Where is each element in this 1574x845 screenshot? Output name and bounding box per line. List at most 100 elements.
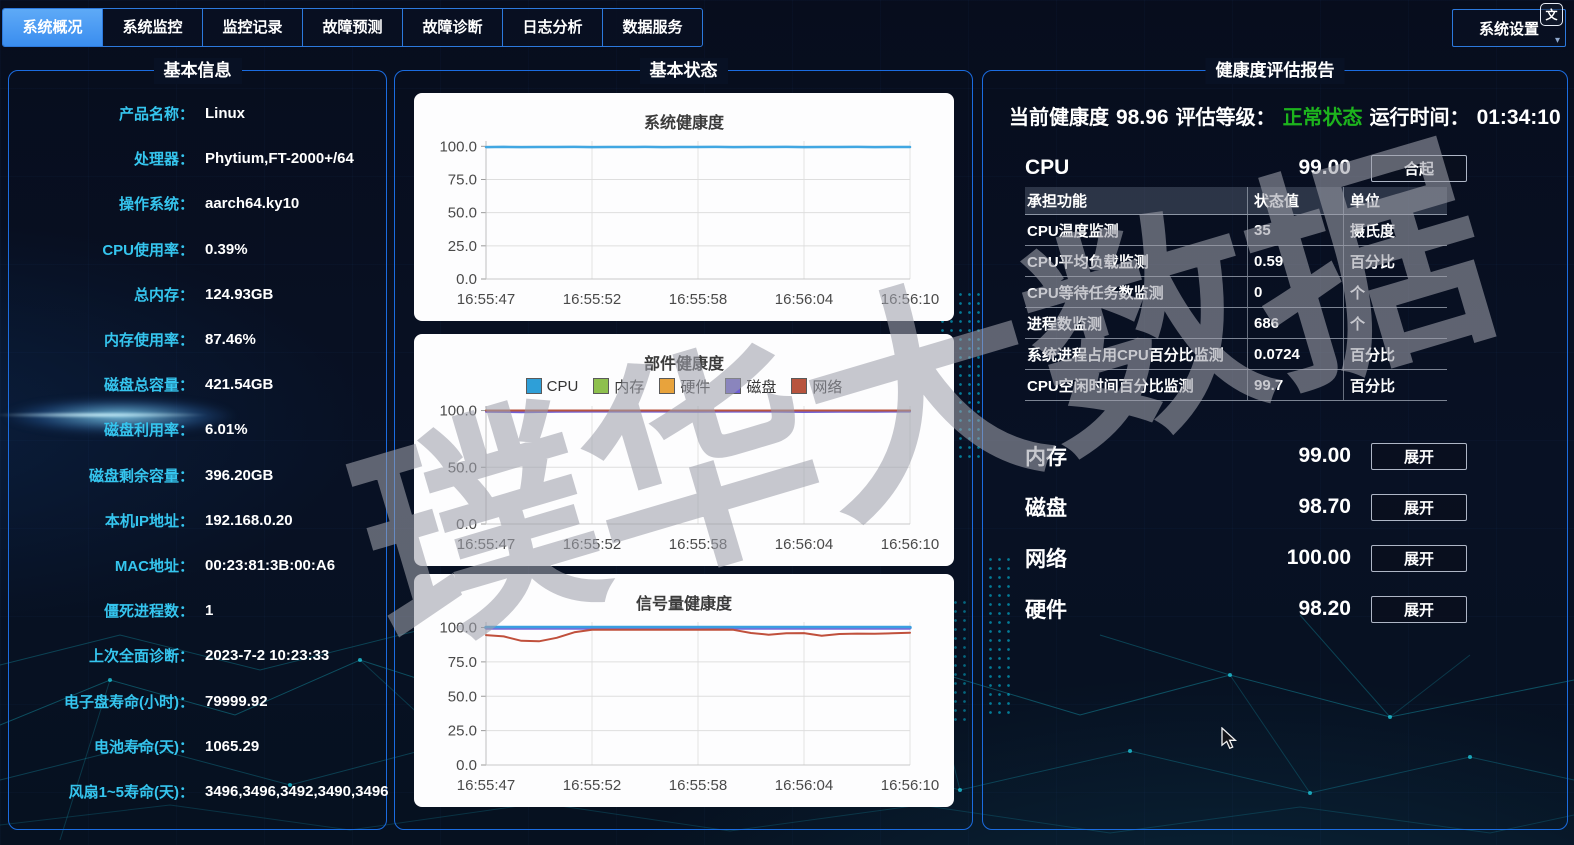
info-row: 总内存：124.93GB	[9, 272, 386, 317]
info-row: 操作系统： aarch64.ky10	[9, 181, 386, 226]
health-label: 当前健康度	[1009, 101, 1109, 130]
cpu-metrics-table: 承担功能状态值单位 CPU温度监测35摄氏度CPU平均负载监测0.59百分比CP…	[1025, 187, 1447, 401]
grade-value: 正常状态	[1283, 101, 1363, 130]
component-row-内存: 内存99.00展开	[983, 440, 1567, 472]
table-cell: 百分比	[1343, 370, 1447, 400]
info-label: 处理器：	[9, 148, 194, 169]
table-cell: 百分比	[1343, 339, 1447, 369]
svg-text:100.0: 100.0	[439, 403, 477, 420]
svg-text:100.0: 100.0	[439, 138, 477, 155]
table-header-row: 承担功能状态值单位	[1025, 187, 1447, 215]
expand-button[interactable]: 展开	[1371, 596, 1467, 623]
component-score: 99.00	[1241, 156, 1351, 180]
table-header-cell: 单位	[1343, 187, 1447, 214]
svg-text:25.0: 25.0	[448, 723, 477, 740]
component-score: 98.70	[1241, 495, 1351, 519]
component-name: 磁盘	[1025, 492, 1241, 522]
svg-text:16:56:04: 16:56:04	[775, 777, 833, 794]
svg-text:50.0: 50.0	[448, 205, 477, 222]
info-label: 操作系统：	[9, 193, 194, 214]
svg-text:25.0: 25.0	[448, 238, 477, 255]
info-value: 3496,3496,3492,3490,3496	[205, 783, 389, 800]
info-label: 总内存：	[9, 284, 194, 305]
tab-数据服务[interactable]: 数据服务	[603, 9, 702, 46]
table-cell: 百分比	[1343, 246, 1447, 276]
component-name: CPU	[1025, 156, 1241, 180]
legend-swatch	[725, 378, 741, 394]
legend-swatch	[791, 378, 807, 394]
info-label: 风扇1~5寿命(天)：	[9, 781, 194, 802]
svg-text:16:55:52: 16:55:52	[563, 777, 621, 794]
tab-故障预测[interactable]: 故障预测	[303, 9, 403, 46]
panel-title: 健康度评估报告	[1206, 58, 1345, 84]
expand-button[interactable]: 展开	[1371, 443, 1467, 470]
table-body: CPU温度监测35摄氏度CPU平均负载监测0.59百分比CPU等待任务数监测0个…	[1025, 215, 1447, 401]
table-cell: 个	[1343, 277, 1447, 307]
expand-button[interactable]: 展开	[1371, 545, 1467, 572]
tab-日志分析[interactable]: 日志分析	[503, 9, 603, 46]
info-row: 磁盘利用率： 6.01%	[9, 407, 386, 452]
svg-text:100.0: 100.0	[439, 620, 477, 637]
info-label: 电池寿命(天)：	[9, 736, 194, 757]
tab-系统监控[interactable]: 系统监控	[103, 9, 203, 46]
table-row: CPU等待任务数监测0个	[1025, 277, 1447, 308]
info-label: 本机IP地址：	[9, 510, 194, 531]
health-summary: 当前健康度 98.96 评估等级： 正常状态 运行时间： 01:34:10	[1009, 101, 1553, 130]
table-cell: 0	[1247, 277, 1343, 307]
info-value: 00:23:81:3B:00:A6	[205, 557, 335, 574]
info-value: Phytium,FT-2000+/64	[205, 150, 354, 167]
chart-card-部件健康度: 部件健康度CPU内存硬件磁盘网络16:55:4716:55:5216:55:58…	[414, 334, 954, 566]
basic-status-panel: 基本状态 系统健康度16:55:4716:55:5216:55:5816:56:…	[394, 70, 973, 830]
table-cell: 0.0724	[1247, 339, 1343, 369]
svg-text:16:56:04: 16:56:04	[775, 536, 833, 553]
chart-card-信号量健康度: 信号量健康度16:55:4716:55:5216:55:5816:56:0416…	[414, 574, 954, 807]
chart-title: 信号量健康度	[414, 574, 954, 614]
table-cell: 99.7	[1247, 370, 1343, 400]
info-value: 0.39%	[205, 241, 248, 258]
table-header-cell: 承担功能	[1025, 187, 1247, 214]
translate-icon[interactable]: 文	[1540, 3, 1563, 26]
svg-text:16:55:47: 16:55:47	[457, 777, 515, 794]
component-row-硬件: 硬件98.20展开	[983, 593, 1567, 625]
expand-button[interactable]: 展开	[1371, 494, 1467, 521]
legend-item-磁盘: 磁盘	[725, 376, 776, 397]
svg-text:16:55:58: 16:55:58	[669, 291, 727, 308]
svg-text:0.0: 0.0	[456, 757, 477, 774]
component-name: 内存	[1025, 441, 1241, 471]
info-label: 产品名称：	[9, 103, 194, 124]
settings-label: 系统设置	[1479, 18, 1539, 39]
info-value: 192.168.0.20	[205, 512, 293, 529]
uptime-label: 运行时间：	[1370, 101, 1470, 130]
svg-text:0.0: 0.0	[456, 271, 477, 288]
tab-故障诊断[interactable]: 故障诊断	[403, 9, 503, 46]
collapse-button[interactable]: 合起	[1371, 155, 1467, 182]
info-value: 421.54GB	[205, 376, 273, 393]
svg-text:16:55:58: 16:55:58	[669, 777, 727, 794]
info-value: 6.01%	[205, 421, 248, 438]
info-label: 磁盘利用率：	[9, 419, 194, 440]
svg-text:16:55:47: 16:55:47	[457, 291, 515, 308]
info-label: 电子盘寿命(小时)：	[9, 691, 194, 712]
main-tabbar: 系统概况系统监控监控记录故障预测故障诊断日志分析数据服务	[2, 8, 703, 47]
tab-系统概况[interactable]: 系统概况	[3, 9, 103, 46]
info-label: 内存使用率：	[9, 329, 194, 350]
table-cell: CPU温度监测	[1025, 215, 1247, 245]
table-cell: 进程数监测	[1025, 308, 1247, 338]
component-row-网络: 网络100.00展开	[983, 542, 1567, 574]
svg-text:16:55:47: 16:55:47	[457, 536, 515, 553]
caret-down-icon: ▾	[1555, 35, 1560, 46]
svg-text:50.0: 50.0	[448, 688, 477, 705]
uptime-value: 01:34:10	[1477, 106, 1561, 130]
info-value: aarch64.ky10	[205, 195, 299, 212]
info-label: 磁盘总容量：	[9, 374, 194, 395]
info-value: 1065.29	[205, 738, 259, 755]
info-value: Linux	[205, 105, 245, 122]
table-cell: 686	[1247, 308, 1343, 338]
health-report-panel: 健康度评估报告 当前健康度 98.96 评估等级： 正常状态 运行时间： 01:…	[982, 70, 1568, 830]
svg-text:75.0: 75.0	[448, 171, 477, 188]
table-cell: 摄氏度	[1343, 215, 1447, 245]
tab-监控记录[interactable]: 监控记录	[203, 9, 303, 46]
component-row-cpu: CPU 99.00 合起	[983, 152, 1567, 184]
info-label: 磁盘剩余容量：	[9, 465, 194, 486]
table-cell: CPU平均负载监测	[1025, 246, 1247, 276]
